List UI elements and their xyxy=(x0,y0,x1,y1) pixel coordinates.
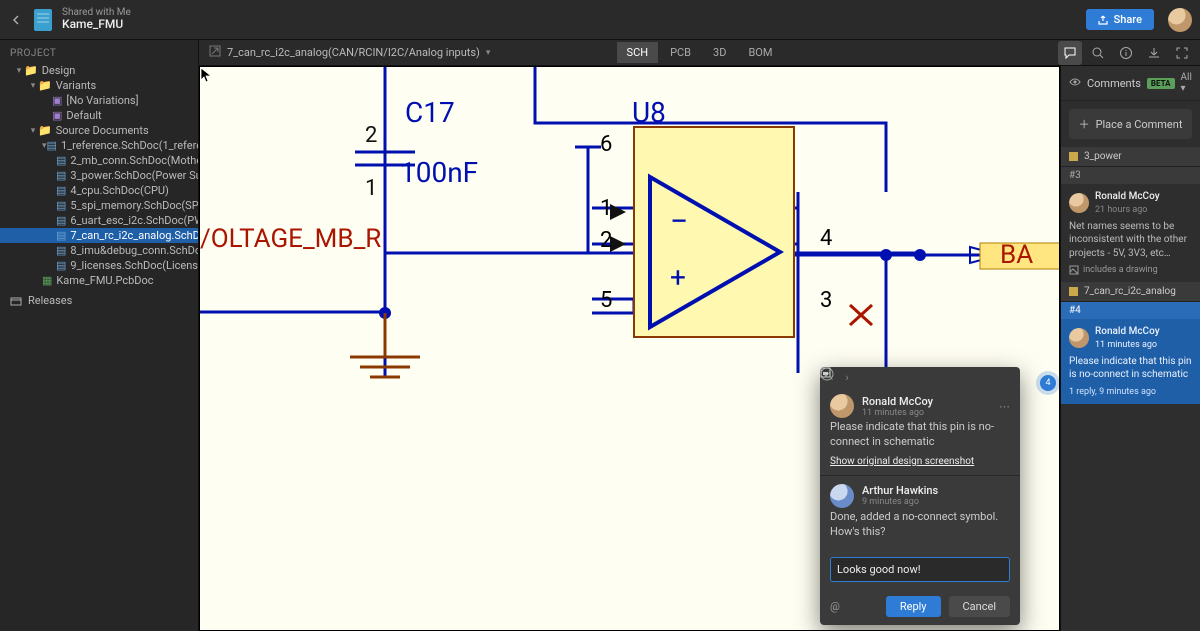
tree-doc-6[interactable]: ▤6_uart_esc_i2c.SchDoc(PWM… xyxy=(0,213,198,228)
more-icon[interactable]: ⋯ xyxy=(999,400,1010,413)
net-label: /OLTAGE_MB_R xyxy=(200,224,381,254)
comment-text: Please indicate that this pin is no-conn… xyxy=(830,418,1010,456)
comments-title: Comments xyxy=(1087,77,1141,90)
beta-badge: BETA xyxy=(1147,78,1175,89)
tree-doc-5[interactable]: ▤5_spi_memory.SchDoc(SPI … xyxy=(0,198,198,213)
tree-source-documents[interactable]: ▾📁Source Documents xyxy=(0,123,198,138)
view-3d[interactable]: 3D xyxy=(703,42,736,63)
place-comment-button[interactable]: ＋ Place a Comment xyxy=(1069,109,1192,139)
tree-doc-2[interactable]: ▤2_mb_conn.SchDoc(Motherb… xyxy=(0,153,198,168)
tree-variants[interactable]: ▾📁Variants xyxy=(0,78,198,93)
goto-icon[interactable] xyxy=(209,45,221,60)
tree-pcb[interactable]: ▦Kame_FMU.PcbDoc xyxy=(0,273,198,288)
next-comment-icon[interactable]: › xyxy=(841,371,852,384)
comment-popover: ‹ › Ronald McCoy 11 minutes ago ⋯ Please… xyxy=(820,367,1020,625)
svg-text:+: + xyxy=(670,261,686,294)
thread-id: #4 xyxy=(1061,301,1200,319)
sidebar-section-header: PROJECT xyxy=(0,40,198,63)
tree-doc-1[interactable]: ▾▤1_reference.SchDoc(1_reference) xyxy=(0,138,198,153)
show-screenshot-link[interactable]: Show original design screenshot xyxy=(830,456,1010,467)
mention-icon[interactable]: @ xyxy=(830,600,840,613)
view-bom[interactable]: BOM xyxy=(738,42,782,63)
schematic-canvas[interactable]: BA C17 100nF 2 1 /OLTAGE_MB_R − + xyxy=(199,66,1060,631)
reply-button[interactable]: Reply xyxy=(886,596,941,617)
pin-3: 3 xyxy=(820,288,832,313)
tree-doc-3[interactable]: ▤3_power.SchDoc(Power Sup… xyxy=(0,168,198,183)
view-sch[interactable]: SCH xyxy=(617,42,659,63)
tab-path[interactable]: 7_can_rc_i2c_analog(CAN/RCIN/I2C/Analog … xyxy=(227,46,480,59)
toolbar: 7_can_rc_i2c_analog(CAN/RCIN/I2C/Analog … xyxy=(199,40,1200,66)
view-pcb[interactable]: PCB xyxy=(660,42,701,63)
comment-thread-active[interactable]: 7_can_rc_i2c_analog #4 Ronald McCoy11 mi… xyxy=(1061,282,1200,404)
comment-pin-4[interactable]: 4 xyxy=(1040,375,1056,391)
fullscreen-icon[interactable] xyxy=(1170,41,1194,65)
reply-count: 1 reply, 9 minutes ago xyxy=(1069,386,1192,398)
drawing-note: includes a drawing xyxy=(1069,264,1192,276)
tree-doc-9[interactable]: ▤9_licenses.SchDoc(Licenses) xyxy=(0,258,198,273)
pin-2: 2 xyxy=(365,123,377,148)
reply-time: 9 minutes ago xyxy=(862,497,938,507)
info-icon[interactable] xyxy=(1114,41,1138,65)
chevron-down-icon[interactable]: ▾ xyxy=(486,48,491,58)
project-icon xyxy=(34,9,52,31)
tree-doc-8[interactable]: ▤8_imu&debug_conn.SchDoc(… xyxy=(0,243,198,258)
comments-panel: Comments BETA All ▾ ＋ Place a Comment 3_… xyxy=(1060,66,1200,631)
reply-input[interactable] xyxy=(830,557,1010,582)
comment-author: Ronald McCoy xyxy=(862,395,933,408)
port-label: BA xyxy=(1000,240,1033,270)
thread-id: #3 xyxy=(1061,166,1200,184)
avatar xyxy=(830,394,854,418)
tree-variant-none[interactable]: ▣[No Variations] xyxy=(0,93,198,108)
cancel-button[interactable]: Cancel xyxy=(949,596,1010,617)
view-switcher: SCH PCB 3D BOM xyxy=(617,42,783,63)
tree-doc-4[interactable]: ▤4_cpu.SchDoc(CPU) xyxy=(0,183,198,198)
back-icon[interactable] xyxy=(8,12,24,28)
pin-4: 4 xyxy=(820,226,832,251)
reply-author: Arthur Hawkins xyxy=(862,484,938,497)
tree-doc-7[interactable]: ▤7_can_rc_i2c_analog.SchDoc… xyxy=(0,228,198,243)
comment-time: 11 minutes ago xyxy=(862,408,933,418)
plus-icon: ＋ xyxy=(1079,116,1090,132)
app-header: Shared with Me Kame_FMU Share xyxy=(0,0,1200,40)
download-icon[interactable] xyxy=(1142,41,1166,65)
eye-icon xyxy=(1069,76,1081,91)
reply-text: Done, added a no-connect symbol. How's t… xyxy=(830,508,1010,546)
tree-design[interactable]: ▾📁Design xyxy=(0,63,198,78)
comments-toggle-icon[interactable] xyxy=(1058,41,1082,65)
tree-variant-default[interactable]: ▣Default xyxy=(0,108,198,123)
pin-1b: 1 xyxy=(600,196,612,221)
pin-5: 5 xyxy=(600,288,612,313)
pin-1: 1 xyxy=(365,176,377,201)
svg-text:−: − xyxy=(670,202,688,240)
refdes-u8: U8 xyxy=(632,96,666,129)
value-c17: 100nF xyxy=(400,156,478,189)
pin-6: 6 xyxy=(600,132,612,157)
tree-releases[interactable]: Releases xyxy=(0,288,198,313)
avatar xyxy=(830,484,854,508)
share-button[interactable]: Share xyxy=(1086,9,1154,30)
search-icon[interactable] xyxy=(1086,41,1110,65)
comments-filter[interactable]: All ▾ xyxy=(1181,72,1192,94)
pin-2b: 2 xyxy=(600,228,612,253)
refdes-c17: C17 xyxy=(405,96,455,129)
header-title: Kame_FMU xyxy=(62,18,131,31)
comment-thread[interactable]: 3_power #3 Ronald McCoy21 hours ago Net … xyxy=(1061,147,1200,282)
project-sidebar: PROJECT ▾📁Design ▾📁Variants ▣[No Variati… xyxy=(0,40,199,631)
user-avatar[interactable] xyxy=(1168,8,1192,32)
